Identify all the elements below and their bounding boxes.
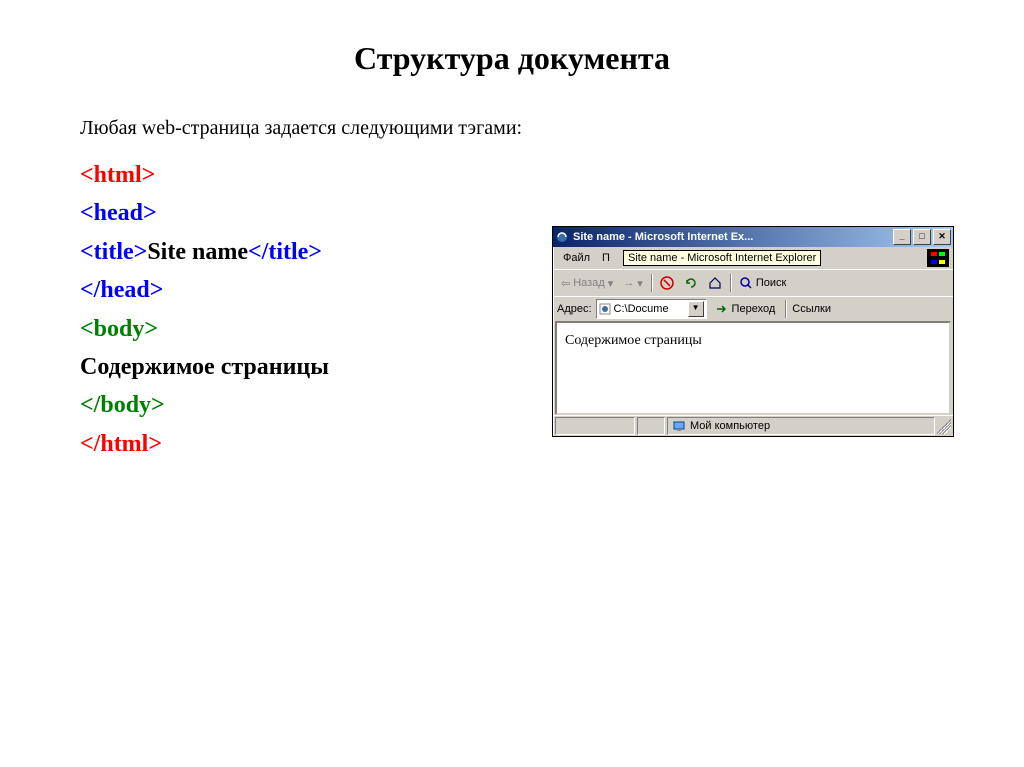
refresh-icon: [684, 276, 698, 290]
close-button[interactable]: ✕: [933, 229, 951, 245]
address-dropdown-icon[interactable]: ▼: [688, 301, 704, 317]
menu-file[interactable]: Файл: [557, 252, 596, 264]
back-label: Назад: [573, 277, 605, 289]
search-button[interactable]: Поиск: [735, 274, 790, 292]
forward-arrow-icon: →: [623, 277, 634, 289]
maximize-button[interactable]: □: [913, 229, 931, 245]
go-label: Переход: [732, 303, 776, 315]
back-button[interactable]: ⇦ Назад ▾: [557, 275, 617, 292]
chevron-down-icon: ▾: [637, 277, 643, 290]
address-input[interactable]: C:\Docume ▼: [596, 299, 707, 319]
ie-toolbar: ⇦ Назад ▾ → ▾ Поиск: [553, 269, 953, 296]
resize-grip[interactable]: [937, 418, 951, 434]
back-arrow-icon: ⇦: [561, 277, 570, 290]
tag-title-close: </title>: [248, 239, 322, 265]
computer-icon: [672, 419, 686, 433]
ie-throbber-icon: [927, 249, 949, 267]
search-label: Поиск: [756, 277, 786, 289]
toolbar-separator: [730, 274, 731, 292]
search-icon: [739, 276, 753, 290]
page-body-text: Содержимое страницы: [565, 333, 702, 348]
ie-addressbar: Адрес: C:\Docume ▼ Переход Ссылки: [553, 296, 953, 321]
chevron-down-icon: ▾: [608, 277, 614, 290]
ie-window: Site name - Microsoft Internet Ex... _ □…: [552, 226, 954, 437]
title-tooltip: Site name - Microsoft Internet Explorer: [623, 250, 821, 266]
ie-titlebar[interactable]: Site name - Microsoft Internet Ex... _ □…: [553, 227, 953, 247]
menu-edit[interactable]: П: [596, 252, 616, 264]
page-icon: [599, 303, 611, 315]
tag-html-open: <html>: [80, 156, 944, 194]
links-label[interactable]: Ссылки: [792, 303, 831, 315]
ie-statusbar: Мой компьютер: [553, 415, 953, 436]
refresh-button[interactable]: [680, 274, 702, 292]
tag-title-open: <title>: [80, 239, 147, 265]
go-button[interactable]: Переход: [711, 300, 780, 318]
stop-icon: [660, 276, 674, 290]
tag-title-text: Site name: [147, 239, 248, 265]
status-panel-left: [555, 417, 635, 435]
slide-title: Структура документа: [80, 40, 944, 77]
intro-text: Любая web-страница задается следующими т…: [80, 117, 944, 140]
home-button[interactable]: [704, 274, 726, 292]
status-panel-spacer: [637, 417, 665, 435]
toolbar-separator: [651, 274, 652, 292]
ie-menubar: Файл П Site name - Microsoft Internet Ex…: [553, 247, 953, 269]
zone-label: Мой компьютер: [690, 420, 770, 432]
ie-app-icon: [555, 230, 569, 244]
stop-button[interactable]: [656, 274, 678, 292]
home-icon: [708, 276, 722, 290]
toolbar-separator: [785, 300, 786, 318]
minimize-button[interactable]: _: [893, 229, 911, 245]
ie-title-text: Site name - Microsoft Internet Ex...: [573, 231, 891, 243]
status-zone-panel: Мой компьютер: [667, 417, 935, 435]
address-value: C:\Docume: [614, 303, 669, 315]
address-label: Адрес:: [557, 303, 592, 315]
go-icon: [715, 302, 729, 316]
ie-page-content: Содержимое страницы: [555, 321, 951, 415]
forward-button[interactable]: → ▾: [619, 275, 647, 292]
